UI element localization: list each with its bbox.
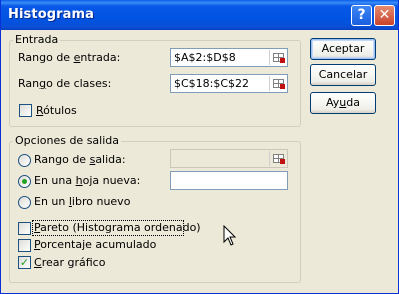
create-chart-checkbox[interactable]: ✓ xyxy=(18,256,31,269)
help-button[interactable]: Ayuda xyxy=(310,92,376,114)
pareto-checkbox[interactable] xyxy=(18,222,31,235)
ok-button[interactable]: Aceptar xyxy=(310,38,376,60)
output-range-label[interactable]: Rango de salida: xyxy=(34,153,126,166)
bin-range-label: Rango de clases: xyxy=(18,77,112,90)
output-options-legend: Opciones de salida xyxy=(13,134,121,147)
input-range-label: Rango de entrada: xyxy=(18,51,121,64)
input-range-field[interactable]: $A$2:$D$8 xyxy=(170,48,288,67)
mouse-pointer-icon xyxy=(223,225,237,246)
output-range-radio[interactable] xyxy=(18,154,31,167)
output-range-field[interactable] xyxy=(170,149,288,168)
title-bar[interactable]: Histograma ? ✕ xyxy=(1,0,398,30)
cancel-button[interactable]: Cancelar xyxy=(310,64,376,86)
new-sheet-radio[interactable] xyxy=(18,175,31,188)
collapse-dialog-icon[interactable] xyxy=(269,76,286,91)
histogram-dialog: Histograma ? ✕ Entrada Rango de entrada:… xyxy=(0,0,399,294)
new-book-label[interactable]: En un libro nuevo xyxy=(34,195,130,208)
radio-selected-dot xyxy=(22,179,27,184)
bin-range-value: $C$18:$C$22 xyxy=(174,77,250,90)
new-sheet-label[interactable]: En una hoja nueva: xyxy=(34,174,140,187)
focus-rectangle xyxy=(32,220,184,236)
new-sheet-name-field[interactable] xyxy=(170,171,288,190)
close-icon[interactable]: ✕ xyxy=(374,5,395,26)
bin-range-field[interactable]: $C$18:$C$22 xyxy=(170,74,288,93)
window-title: Histograma xyxy=(8,7,95,22)
new-book-radio[interactable] xyxy=(18,196,31,209)
collapse-dialog-icon[interactable] xyxy=(269,151,286,166)
collapse-dialog-icon[interactable] xyxy=(269,50,286,65)
create-chart-label[interactable]: Crear gráfico xyxy=(34,256,105,269)
labels-checkbox-label[interactable]: Rótulos xyxy=(36,104,77,117)
input-range-value: $A$2:$D$8 xyxy=(174,51,236,64)
entrada-legend: Entrada xyxy=(13,33,61,46)
cumulative-percentage-checkbox[interactable] xyxy=(18,239,31,252)
cumulative-percentage-label[interactable]: Porcentaje acumulado xyxy=(34,238,156,251)
help-icon[interactable]: ? xyxy=(351,5,372,26)
labels-checkbox[interactable] xyxy=(19,104,32,117)
